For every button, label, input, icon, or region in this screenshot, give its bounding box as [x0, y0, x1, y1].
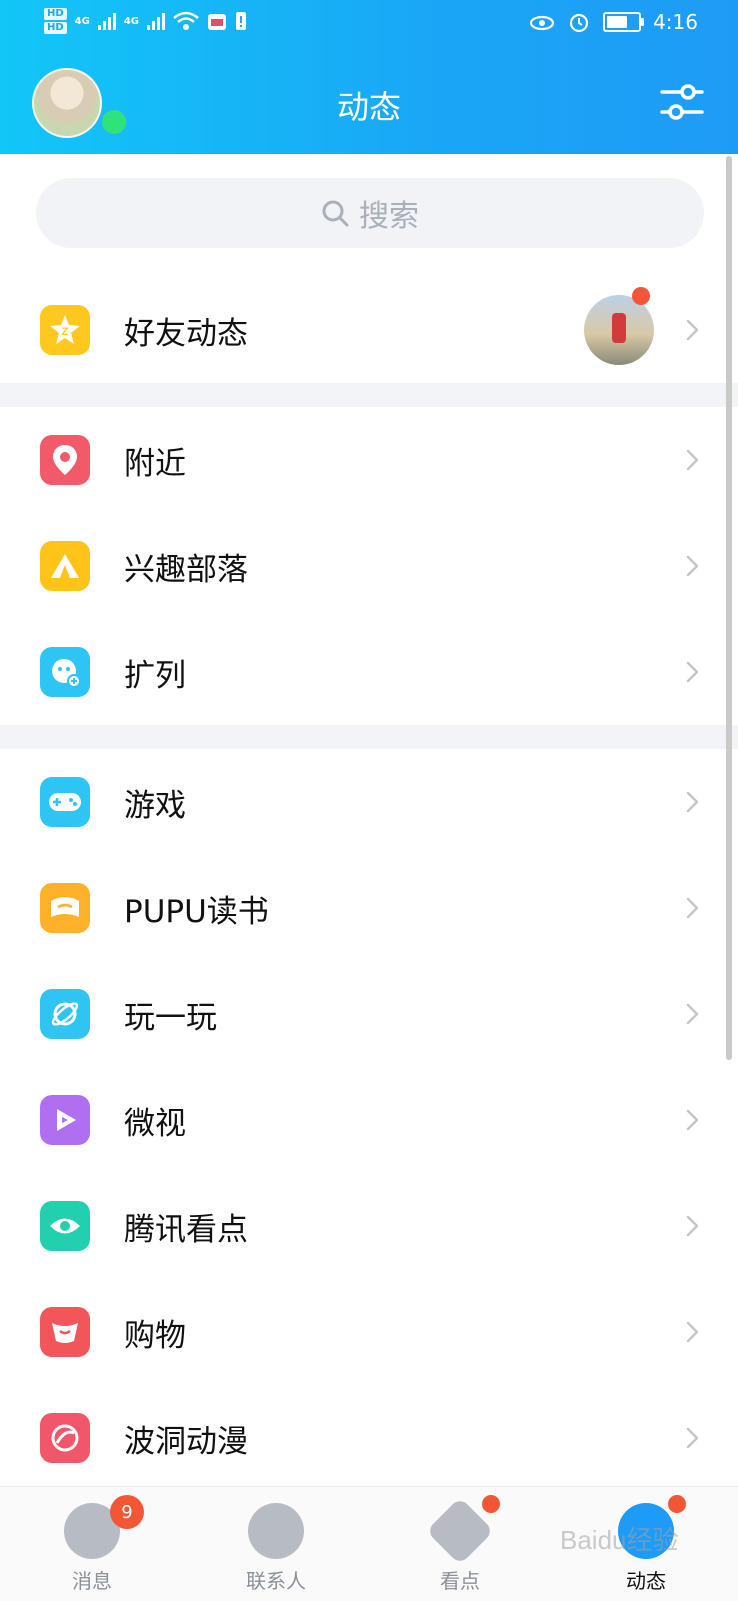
- chevron-right-icon: [686, 555, 699, 577]
- chevron-right-icon: [686, 661, 699, 683]
- search-placeholder: 搜索: [359, 199, 419, 234]
- tab-label: 看点: [440, 1569, 480, 1593]
- book-icon: [40, 883, 90, 933]
- status-bar: HD HD 4G 4G 4:16: [0, 0, 738, 50]
- filter-settings-icon[interactable]: [656, 78, 708, 126]
- eye-comfort-icon: [529, 15, 555, 31]
- menu-item-expand-list[interactable]: 扩列: [0, 619, 738, 725]
- status-left: HD HD 4G 4G: [44, 8, 247, 34]
- tab-kandian[interactable]: 看点: [390, 1487, 530, 1601]
- alarm-icon: [569, 13, 589, 33]
- calendar-app-icon: [208, 14, 227, 30]
- anime-icon: [40, 1413, 90, 1463]
- app-header: HD HD 4G 4G 4:16 动态: [0, 0, 738, 154]
- tent-icon: [40, 541, 90, 591]
- chevron-right-icon: [686, 791, 699, 813]
- menu-item-label: 扩列: [124, 657, 186, 694]
- unread-badge: 9: [110, 1495, 144, 1529]
- menu-item-label: 波洞动漫: [124, 1423, 248, 1460]
- section-divider: [0, 383, 738, 407]
- tab-messages[interactable]: 9 消息: [22, 1487, 162, 1601]
- svg-text:Z: Z: [62, 326, 69, 338]
- menu-item-label: 兴趣部落: [124, 551, 248, 588]
- add-friend-face-icon: [40, 647, 90, 697]
- eye-icon: [40, 1201, 90, 1251]
- friend-latest-photo: [584, 295, 654, 365]
- menu-item-shopping[interactable]: 购物: [0, 1279, 738, 1385]
- signal-icon: [97, 12, 116, 30]
- tab-label: 动态: [626, 1569, 666, 1593]
- chevron-right-icon: [686, 897, 699, 919]
- menu-item-label: 附近: [124, 445, 186, 482]
- chevron-right-icon: [686, 1427, 699, 1449]
- wifi-icon: [173, 11, 199, 30]
- tab-label: 消息: [72, 1569, 112, 1593]
- menu-item-label: 玩一玩: [124, 999, 217, 1036]
- signal-icon: [147, 12, 166, 30]
- hd-indicators: HD HD: [44, 8, 67, 34]
- chevron-right-icon: [686, 1109, 699, 1131]
- scrollbar[interactable]: [726, 156, 732, 1060]
- tab-contacts[interactable]: 联系人: [206, 1487, 346, 1601]
- tab-label: 联系人: [246, 1569, 306, 1593]
- new-update-dot: [632, 287, 650, 305]
- status-right: 4:16: [529, 10, 698, 34]
- menu-item-friends-feed[interactable]: Z 好友动态: [0, 277, 738, 383]
- menu-item-label: PUPU读书: [124, 893, 269, 930]
- chevron-right-icon: [686, 1003, 699, 1025]
- network-type-2: 4G: [123, 15, 140, 27]
- chevron-right-icon: [686, 1215, 699, 1237]
- alert-icon: [236, 12, 247, 30]
- menu-item-bodong-anime[interactable]: 波洞动漫: [0, 1385, 738, 1486]
- hd-badge-2: HD: [44, 22, 67, 34]
- person-icon: [248, 1503, 304, 1559]
- battery-icon: [603, 12, 645, 32]
- menu-item-tencent-kandian[interactable]: 腾讯看点: [0, 1173, 738, 1279]
- menu-item-label: 购物: [124, 1317, 186, 1354]
- chevron-right-icon: [686, 319, 699, 341]
- section-divider: [0, 725, 738, 749]
- menu-item-label: 游戏: [124, 787, 186, 824]
- network-type-1: 4G: [74, 15, 90, 27]
- menu-item-play[interactable]: 玩一玩: [0, 961, 738, 1067]
- menu-item-label: 腾讯看点: [124, 1211, 248, 1248]
- dynamic-list[interactable]: 搜索 Z 好友动态 附近 兴趣部落 扩列 游戏 PUPU读书 玩一玩 微视 腾讯…: [0, 154, 738, 1486]
- new-update-dot: [668, 1495, 686, 1513]
- location-pin-icon: [40, 435, 90, 485]
- page-title: 动态: [336, 88, 401, 126]
- play-icon: [40, 1095, 90, 1145]
- chevron-right-icon: [686, 449, 699, 471]
- menu-item-pupu-reading[interactable]: PUPU读书: [0, 855, 738, 961]
- planet-icon: [40, 989, 90, 1039]
- menu-item-label: 微视: [124, 1105, 186, 1142]
- chevron-right-icon: [686, 1321, 699, 1343]
- new-update-dot: [482, 1495, 500, 1513]
- menu-item-nearby[interactable]: 附近: [0, 407, 738, 513]
- menu-item-games[interactable]: 游戏: [0, 749, 738, 855]
- menu-item-weishi[interactable]: 微视: [0, 1067, 738, 1173]
- hd-badge-1: HD: [44, 8, 67, 20]
- menu-item-label: 好友动态: [124, 315, 248, 352]
- search-bar[interactable]: 搜索: [36, 178, 704, 248]
- search-icon: [322, 200, 349, 227]
- shopping-icon: [40, 1307, 90, 1357]
- status-time: 4:16: [653, 10, 698, 34]
- gamepad-icon: [40, 777, 90, 827]
- menu-item-interest-tribe[interactable]: 兴趣部落: [0, 513, 738, 619]
- watermark: Baidu经验: [560, 1525, 679, 1555]
- qzone-star-icon: Z: [40, 305, 90, 355]
